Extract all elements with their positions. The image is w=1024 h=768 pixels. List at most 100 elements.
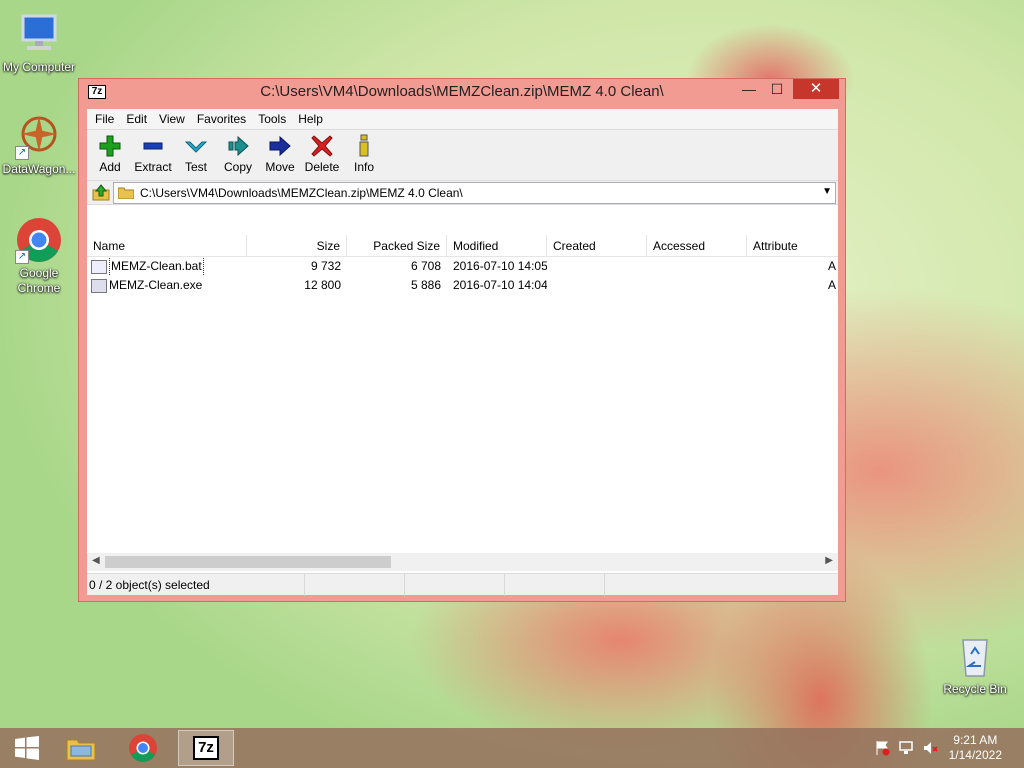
menu-tools[interactable]: Tools <box>252 112 292 126</box>
menu-bar: File Edit View Favorites Tools Help <box>87 109 838 129</box>
folder-icon <box>118 187 134 199</box>
file-row[interactable]: MEMZ-Clean.bat 9 732 6 708 2016-07-10 14… <box>87 257 838 276</box>
datawagon-icon: ↗ <box>15 112 63 160</box>
scroll-right-icon[interactable]: ▶ <box>825 555 833 566</box>
file-row[interactable]: MEMZ-Clean.exe 12 800 5 886 2016-07-10 1… <box>87 276 838 295</box>
up-folder-icon <box>92 183 110 200</box>
desktop-icon-recycle-bin[interactable]: Recycle Bin <box>936 632 1014 697</box>
info-button[interactable]: Info <box>343 130 385 180</box>
up-folder-button[interactable] <box>89 182 113 204</box>
taskbar: 7z 9:21 AM 1/14/2022 <box>0 728 1024 768</box>
scrollbar-thumb[interactable] <box>105 556 391 568</box>
copy-label: Copy <box>223 160 252 174</box>
extract-label: Extract <box>134 160 172 174</box>
file-name: MEMZ-Clean.bat <box>109 257 204 276</box>
status-cell <box>305 574 405 596</box>
7zip-taskbar-button[interactable]: 7z <box>178 730 234 766</box>
desktop-icon-label: DataWagon... <box>2 162 76 176</box>
column-attributes[interactable]: Attribute <box>747 235 838 257</box>
windows-logo-icon <box>15 736 39 760</box>
maximize-button[interactable]: ☐ <box>763 79 791 99</box>
column-name[interactable]: Name <box>87 235 247 257</box>
file-modified: 2016-07-10 14:04 <box>453 278 547 292</box>
clock-date: 1/14/2022 <box>948 748 1002 762</box>
copy-arrow-icon <box>228 135 249 157</box>
window-title: C:\Users\VM4\Downloads\MEMZClean.zip\MEM… <box>260 83 664 100</box>
column-size[interactable]: Size <box>247 235 347 257</box>
file-size: 9 732 <box>310 259 341 273</box>
exe-file-icon <box>91 278 107 293</box>
copy-button[interactable]: Copy <box>217 130 259 180</box>
column-created[interactable]: Created <box>547 235 647 257</box>
menu-help[interactable]: Help <box>292 112 329 126</box>
status-cell <box>505 574 605 596</box>
bat-file-icon <box>91 259 107 274</box>
delete-label: Delete <box>304 160 340 174</box>
list-header: Name Size Packed Size Modified Created A… <box>87 235 838 257</box>
menu-view[interactable]: View <box>153 112 191 126</box>
7zip-window: 7z C:\Users\VM4\Downloads\MEMZClean.zip\… <box>78 78 846 602</box>
column-accessed[interactable]: Accessed <box>647 235 747 257</box>
file-explorer-taskbar-button[interactable] <box>54 730 108 766</box>
move-button[interactable]: Move <box>259 130 301 180</box>
menu-favorites[interactable]: Favorites <box>191 112 252 126</box>
chrome-taskbar-button[interactable] <box>116 730 170 766</box>
desktop-icon-chrome[interactable]: ↗ Google Chrome <box>0 216 78 296</box>
info-icon <box>359 134 369 157</box>
horizontal-scrollbar[interactable]: ◀ ▶ <box>87 553 838 571</box>
window-client: File Edit View Favorites Tools Help Add … <box>87 109 838 596</box>
file-created <box>547 276 647 295</box>
chevron-down-icon[interactable]: ▼ <box>822 186 832 197</box>
computer-icon <box>15 10 63 58</box>
column-modified[interactable]: Modified <box>447 235 547 257</box>
file-explorer-icon <box>66 739 96 761</box>
7zip-app-icon: 7z <box>193 736 219 760</box>
file-attributes: A <box>827 259 836 273</box>
address-field[interactable]: C:\Users\VM4\Downloads\MEMZClean.zip\MEM… <box>113 181 836 204</box>
file-attributes: A <box>827 278 836 292</box>
column-packed-size[interactable]: Packed Size <box>347 235 447 257</box>
desktop-icon-label: Google Chrome <box>17 266 61 295</box>
add-label: Add <box>99 160 121 174</box>
toolbar: Add Extract Test Copy Move Delete Info <box>87 129 838 181</box>
desktop-icon-datawagon[interactable]: ↗ DataWagon... <box>0 112 78 177</box>
title-bar[interactable]: 7z C:\Users\VM4\Downloads\MEMZClean.zip\… <box>79 79 845 105</box>
status-bar: 0 / 2 object(s) selected <box>87 573 838 596</box>
desktop-icon-my-computer[interactable]: My Computer <box>0 10 78 75</box>
shortcut-arrow-icon: ↗ <box>15 146 29 160</box>
file-size: 12 800 <box>304 278 341 292</box>
desktop-icon-label: My Computer <box>2 60 76 74</box>
file-list: Name Size Packed Size Modified Created A… <box>87 235 838 573</box>
move-label: Move <box>265 160 295 174</box>
delete-button[interactable]: Delete <box>301 130 343 180</box>
move-arrow-icon <box>269 135 291 157</box>
file-accessed <box>647 276 747 295</box>
minimize-button[interactable]: — <box>735 79 763 99</box>
address-path: C:\Users\VM4\Downloads\MEMZClean.zip\MEM… <box>140 185 463 200</box>
close-button[interactable]: ✕ <box>793 79 839 99</box>
action-center-flag-icon[interactable] <box>874 740 890 756</box>
check-icon <box>184 141 208 153</box>
shortcut-arrow-icon: ↗ <box>15 250 29 264</box>
add-button[interactable]: Add <box>89 130 131 180</box>
volume-muted-icon[interactable] <box>922 740 938 756</box>
file-packed-size: 5 886 <box>410 278 441 292</box>
desktop-icon-label: Recycle Bin <box>943 682 1007 696</box>
menu-file[interactable]: File <box>89 112 120 126</box>
status-cell <box>405 574 505 596</box>
test-button[interactable]: Test <box>175 130 217 180</box>
file-accessed <box>647 257 747 276</box>
scroll-left-icon[interactable]: ◀ <box>92 555 100 566</box>
start-button[interactable] <box>0 730 54 766</box>
clock-time: 9:21 AM <box>953 733 998 747</box>
plus-icon <box>99 135 121 157</box>
menu-edit[interactable]: Edit <box>120 112 153 126</box>
file-packed-size: 6 708 <box>410 259 441 273</box>
info-label: Info <box>353 160 374 174</box>
file-modified: 2016-07-10 14:05 <box>453 259 547 273</box>
recycle-bin-icon <box>951 632 999 680</box>
network-icon[interactable] <box>898 740 914 756</box>
chrome-icon: ↗ <box>15 216 63 264</box>
system-clock[interactable]: 9:21 AM 1/14/2022 <box>949 733 1002 763</box>
extract-button[interactable]: Extract <box>131 130 175 180</box>
